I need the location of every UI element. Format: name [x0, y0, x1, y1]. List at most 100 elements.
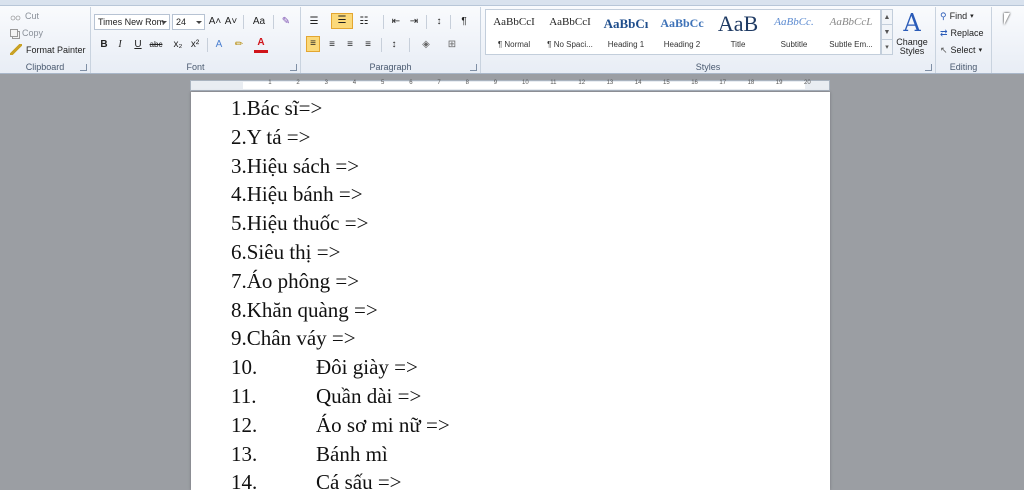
list-item[interactable]: 3.Hiệu sách => — [231, 154, 359, 183]
list-number: 8. — [231, 297, 247, 322]
clipboard-group: Cut Copy Format Painter Clipboard — [0, 7, 91, 73]
font-group: Times New Rom 24 A˄ A˅ Aa ✎ B I U abc x₂… — [91, 7, 301, 73]
ruler-tick-label: 4 — [352, 80, 357, 86]
list-item[interactable]: 9.Chân váy => — [231, 326, 356, 355]
list-number: 7. — [231, 268, 247, 293]
list-item[interactable]: 11. Quần dài => — [231, 384, 421, 413]
list-number: 5. — [231, 211, 247, 236]
list-item[interactable]: 6.Siêu thị => — [231, 240, 340, 269]
ruler-tick-label: 17 — [719, 80, 727, 86]
cut-button[interactable]: Cut — [10, 9, 39, 22]
list-text: Cá sấu => — [316, 470, 402, 490]
highlight-icon[interactable]: ✏ — [232, 37, 246, 53]
style-heading-2[interactable]: AaBbCc Heading 2 — [654, 10, 710, 54]
list-item[interactable]: 12. Áo sơ mi nữ => — [231, 413, 450, 442]
change-styles-icon[interactable]: A — [899, 10, 925, 36]
align-left-icon[interactable]: ≡ — [306, 36, 320, 52]
shading-icon[interactable]: ◈ — [419, 37, 433, 53]
line-spacing-icon[interactable]: ↕ — [387, 37, 401, 53]
ruler-tick-label: 5 — [381, 80, 385, 86]
decrease-indent-icon[interactable]: ⇤ — [389, 14, 403, 30]
ruler-tick-label: 18 — [747, 80, 755, 86]
underline-button[interactable]: U — [131, 37, 145, 53]
show-hide-button[interactable]: ¶ — [457, 14, 471, 30]
divider — [273, 15, 274, 29]
divider — [207, 38, 208, 52]
style-heading-1[interactable]: AaBbCı Heading 1 — [598, 10, 654, 54]
style-no-spacing[interactable]: AaBbCcI ¶ No Spaci... — [542, 10, 598, 54]
list-item[interactable]: 4.Hiệu bánh => — [231, 182, 363, 211]
chevron-down-icon[interactable]: ▼ — [882, 25, 892, 40]
chevron-down-icon — [161, 21, 167, 24]
borders-icon[interactable]: ⊞ — [445, 37, 459, 53]
subscript-button[interactable]: x₂ — [171, 37, 185, 53]
change-case-button[interactable]: Aa — [249, 14, 269, 30]
style-title[interactable]: AaB Title — [710, 10, 766, 54]
align-right-icon[interactable]: ≡ — [343, 37, 357, 53]
list-item[interactable]: 5.Hiệu thuốc => — [231, 211, 368, 240]
list-number: 10. — [231, 355, 258, 380]
shrink-font-button[interactable]: A˅ — [224, 14, 238, 30]
editing-group-label: Editing — [949, 62, 978, 72]
font-size-select[interactable]: 24 — [172, 14, 205, 30]
find-button[interactable]: ⚲ Find ▾ — [940, 9, 974, 23]
clipboard-dialog-launcher-icon[interactable] — [80, 64, 87, 71]
list-item[interactable]: 1.Bác sĩ=> — [231, 96, 322, 125]
divider — [426, 15, 427, 29]
list-item[interactable]: 14. Cá sấu => — [231, 470, 402, 490]
text-effects-icon[interactable]: A — [212, 37, 226, 53]
list-item[interactable]: 8.Khăn quàng => — [231, 298, 378, 327]
styles-gallery-scroll[interactable]: ▲ ▼ ▾ — [881, 9, 893, 55]
ruler-tick-label: 11 — [550, 80, 557, 86]
list-item[interactable]: 13. Bánh mì — [231, 442, 388, 471]
strikethrough-button[interactable]: abc — [149, 37, 163, 53]
binoculars-icon: ⚲ — [940, 10, 947, 21]
justify-icon[interactable]: ≡ — [361, 37, 375, 53]
scissors-icon — [10, 10, 21, 21]
multilevel-list-icon[interactable]: ☷ — [357, 14, 371, 30]
copy-button[interactable]: Copy — [10, 26, 43, 39]
replace-icon: ⇄ — [940, 27, 948, 38]
font-dialog-launcher-icon[interactable] — [290, 64, 297, 71]
style-subtle-emphasis[interactable]: AaBbCcL Subtle Em... — [822, 10, 880, 54]
grow-font-button[interactable]: A˄ — [208, 14, 222, 30]
copy-icon — [10, 28, 18, 37]
align-center-icon[interactable]: ≡ — [325, 37, 339, 53]
horizontal-ruler[interactable]: 1 2 3 4 5 6 7 8 9 10 11 12 13 14 15 16 17 18 19 20 — [190, 80, 830, 91]
chevron-down-icon: ▾ — [978, 47, 983, 54]
styles-dialog-launcher-icon[interactable] — [925, 64, 932, 71]
replace-button[interactable]: ⇄ Replace — [940, 26, 984, 40]
divider — [450, 15, 451, 29]
font-color-button[interactable]: A — [254, 37, 268, 53]
paragraph-group: ☰ ☰ ☷ ⇤ ⇥ ↕ ¶ ≡ ≡ ≡ ≡ ↕ ◈ ⊞ Paragraph — [301, 7, 481, 73]
numbering-icon[interactable]: ☰ — [331, 13, 353, 29]
list-text: Y tá => — [246, 124, 311, 149]
more-icon[interactable]: ▾ — [882, 40, 892, 55]
italic-button[interactable]: I — [113, 37, 127, 53]
font-family-select[interactable]: Times New Rom — [94, 14, 170, 30]
list-item[interactable]: 7.Áo phông => — [231, 269, 359, 298]
format-painter-button[interactable]: Format Painter — [10, 43, 86, 56]
change-styles-button[interactable]: Change Styles — [893, 38, 931, 56]
paragraph-dialog-launcher-icon[interactable] — [470, 64, 477, 71]
bullets-icon[interactable]: ☰ — [307, 14, 321, 30]
list-number: 14. — [231, 470, 258, 490]
document-page[interactable]: 1.Bác sĩ=> 2.Y tá => 3.Hiệu sách => 4.Hiệu … — [191, 92, 830, 490]
ruler-tick-label: 3 — [324, 80, 328, 86]
increase-indent-icon[interactable]: ⇥ — [407, 14, 421, 30]
select-button[interactable]: ↖ Select ▾ — [940, 43, 982, 57]
ruler-tick-label: 15 — [663, 80, 670, 86]
clipboard-group-label: Clipboard — [25, 62, 65, 72]
ruler-tick-label: 20 — [804, 80, 811, 86]
superscript-button[interactable]: x² — [188, 37, 202, 53]
style-normal[interactable]: AaBbCcI ¶ Normal — [486, 10, 542, 54]
style-subtitle[interactable]: AaBbCc. Subtitle — [766, 10, 822, 54]
bold-button[interactable]: B — [97, 37, 111, 53]
list-item[interactable]: 10. Đôi giày => — [231, 355, 418, 384]
list-number: 4. — [231, 182, 247, 207]
chevron-up-icon[interactable]: ▲ — [882, 10, 892, 25]
clear-formatting-icon[interactable]: ✎ — [279, 14, 293, 30]
ruler-tick-label: 12 — [578, 80, 586, 86]
list-item[interactable]: 2.Y tá => — [231, 125, 310, 154]
sort-button[interactable]: ↕ — [432, 14, 446, 30]
